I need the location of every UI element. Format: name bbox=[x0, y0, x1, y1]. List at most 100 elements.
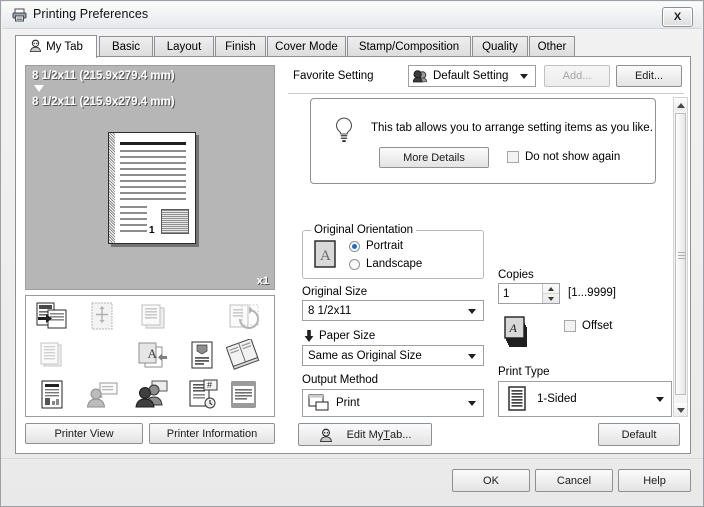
preview-copies-badge: x1 bbox=[256, 275, 269, 287]
copies-increment[interactable] bbox=[543, 284, 559, 294]
scrollbar-thumb[interactable] bbox=[675, 113, 686, 395]
print-type-combo[interactable]: 1-Sided bbox=[498, 381, 672, 417]
edit-my-tab-accelerator: T bbox=[383, 428, 390, 441]
original-orientation-label: Original Orientation bbox=[311, 224, 417, 236]
edit-favorite-button[interactable]: Edit... bbox=[616, 65, 682, 87]
overlay-icon[interactable] bbox=[226, 378, 262, 412]
original-size-combo[interactable]: 8 1/2x11 bbox=[302, 300, 484, 321]
scroll-up-button[interactable] bbox=[674, 98, 687, 111]
copies-stack-icon: A bbox=[504, 316, 534, 351]
lightbulb-icon bbox=[333, 116, 355, 149]
output-method-label: Output Method bbox=[302, 374, 379, 386]
paper-size-label: Paper Size bbox=[319, 330, 376, 342]
page-number-icon[interactable]: # bbox=[184, 378, 220, 412]
scroll-down-button[interactable] bbox=[674, 403, 687, 416]
dialog-footer: OK Cancel Help bbox=[1, 458, 703, 507]
copies-decrement[interactable] bbox=[543, 294, 559, 303]
favorite-setting-icon bbox=[413, 69, 427, 83]
tab-label: Other bbox=[537, 41, 567, 53]
page-footer-row: Edit My Tab... Default bbox=[298, 423, 688, 447]
chevron-down-icon bbox=[468, 308, 476, 314]
tab-quality[interactable]: Quality bbox=[472, 36, 528, 57]
rotate-image-icon[interactable] bbox=[226, 300, 262, 334]
tab-label: Cover Mode bbox=[275, 41, 338, 53]
paper-size-combo[interactable]: Same as Original Size bbox=[302, 345, 484, 366]
tab-page-my-tab: 8 1/2x11 (215.9x279.4 mm) 8 1/2x11 (215.… bbox=[15, 56, 691, 454]
favorite-setting-combo[interactable]: Default Setting bbox=[408, 65, 536, 87]
printer-information-button[interactable]: Printer Information bbox=[149, 423, 275, 444]
edit-my-tab-label-pre: Edit My bbox=[346, 428, 384, 441]
arrow-down-icon bbox=[304, 330, 314, 346]
tab-label: My Tab bbox=[46, 41, 83, 53]
printer-icon bbox=[12, 8, 27, 22]
tab-label: Basic bbox=[111, 41, 141, 53]
paper-size-value: Same as Original Size bbox=[308, 349, 422, 362]
help-button[interactable]: Help bbox=[618, 469, 691, 492]
button-label: Add... bbox=[562, 70, 592, 82]
preview-image-block bbox=[161, 209, 189, 234]
copies-spin-buttons[interactable] bbox=[542, 284, 559, 303]
edit-my-tab-label-post: ab... bbox=[390, 428, 412, 441]
radio-landscape-label: Landscape bbox=[366, 258, 423, 270]
ok-button[interactable]: OK bbox=[452, 469, 530, 492]
left-button-row: Printer View Printer Information bbox=[25, 423, 275, 445]
tab-cover-mode[interactable]: Cover Mode bbox=[267, 36, 346, 57]
tab-basic[interactable]: Basic bbox=[99, 36, 153, 57]
tab-my-tab[interactable]: My Tab bbox=[15, 35, 97, 58]
more-details-button[interactable]: More Details bbox=[379, 147, 489, 168]
copies-value: 1 bbox=[503, 287, 510, 300]
account-track-icon[interactable] bbox=[134, 378, 170, 412]
radio-portrait[interactable] bbox=[349, 241, 360, 252]
tab-layout[interactable]: Layout bbox=[154, 36, 214, 57]
tab-strip: My Tab Basic Layout Finish Cover Mode St… bbox=[15, 35, 691, 58]
chevron-down-icon bbox=[468, 401, 476, 406]
offset-checkbox[interactable] bbox=[564, 320, 576, 332]
image-shift-icon[interactable]: A bbox=[134, 339, 170, 373]
arrow-down-icon bbox=[34, 85, 44, 92]
output-method-icon[interactable] bbox=[34, 300, 70, 334]
svg-text:A: A bbox=[320, 248, 331, 264]
print-type-label: Print Type bbox=[498, 366, 550, 378]
user-authentication-icon[interactable] bbox=[84, 378, 120, 412]
button-label: Help bbox=[643, 474, 666, 487]
edit-my-tab-button[interactable]: Edit My Tab... bbox=[298, 423, 432, 446]
booklet-icon[interactable] bbox=[225, 338, 262, 373]
svg-text:#: # bbox=[207, 380, 212, 390]
original-size-icon[interactable] bbox=[84, 300, 120, 334]
offset-label: Offset bbox=[582, 320, 613, 332]
scrollbar-grip bbox=[678, 250, 685, 261]
button-label: More Details bbox=[403, 151, 465, 164]
preview-original-size-text: 8 1/2x11 (215.9x279.4 mm) bbox=[32, 70, 175, 82]
favorite-setting-row: Favorite Setting Default Setting Add... bbox=[288, 65, 684, 89]
default-button[interactable]: Default bbox=[598, 423, 680, 446]
add-favorite-button[interactable]: Add... bbox=[544, 65, 610, 87]
output-method-value: Print bbox=[336, 397, 360, 409]
settings-scrollbar[interactable] bbox=[673, 97, 688, 417]
tab-stamp-composition[interactable]: Stamp/Composition bbox=[347, 36, 471, 57]
output-method-combo[interactable]: Print bbox=[302, 389, 484, 417]
watermark-icon[interactable] bbox=[184, 339, 220, 373]
print-type-value: 1-Sided bbox=[537, 393, 577, 405]
combination-icon[interactable] bbox=[134, 300, 170, 334]
preview-paper-size-text: 8 1/2x11 (215.9x279.4 mm) bbox=[32, 96, 175, 108]
original-orientation-group: Original Orientation A Portrait Landscap… bbox=[302, 224, 484, 279]
print-preview[interactable]: 8 1/2x11 (215.9x279.4 mm) 8 1/2x11 (215.… bbox=[25, 65, 275, 290]
tab-label: Stamp/Composition bbox=[358, 41, 460, 53]
do-not-show-again-checkbox[interactable] bbox=[507, 151, 519, 163]
button-label: Printer View bbox=[54, 427, 114, 440]
binding-edge bbox=[109, 133, 115, 243]
printer-view-button[interactable]: Printer View bbox=[25, 423, 143, 444]
tab-other[interactable]: Other bbox=[529, 36, 575, 57]
favorite-divider bbox=[288, 93, 684, 94]
settings-scroll-area: This tab allows you to arrange setting i… bbox=[288, 97, 684, 417]
tab-label: Layout bbox=[166, 41, 202, 53]
button-label: Printer Information bbox=[166, 427, 258, 440]
copies-stepper[interactable]: 1 bbox=[498, 283, 560, 304]
cancel-button[interactable]: Cancel bbox=[535, 469, 613, 492]
print-type-icon[interactable] bbox=[34, 339, 70, 373]
tab-finish[interactable]: Finish bbox=[215, 36, 266, 57]
chevron-down-icon bbox=[520, 74, 528, 79]
cover-mode-icon[interactable] bbox=[34, 378, 70, 412]
radio-landscape[interactable] bbox=[349, 259, 360, 270]
close-button[interactable]: X bbox=[662, 7, 693, 27]
